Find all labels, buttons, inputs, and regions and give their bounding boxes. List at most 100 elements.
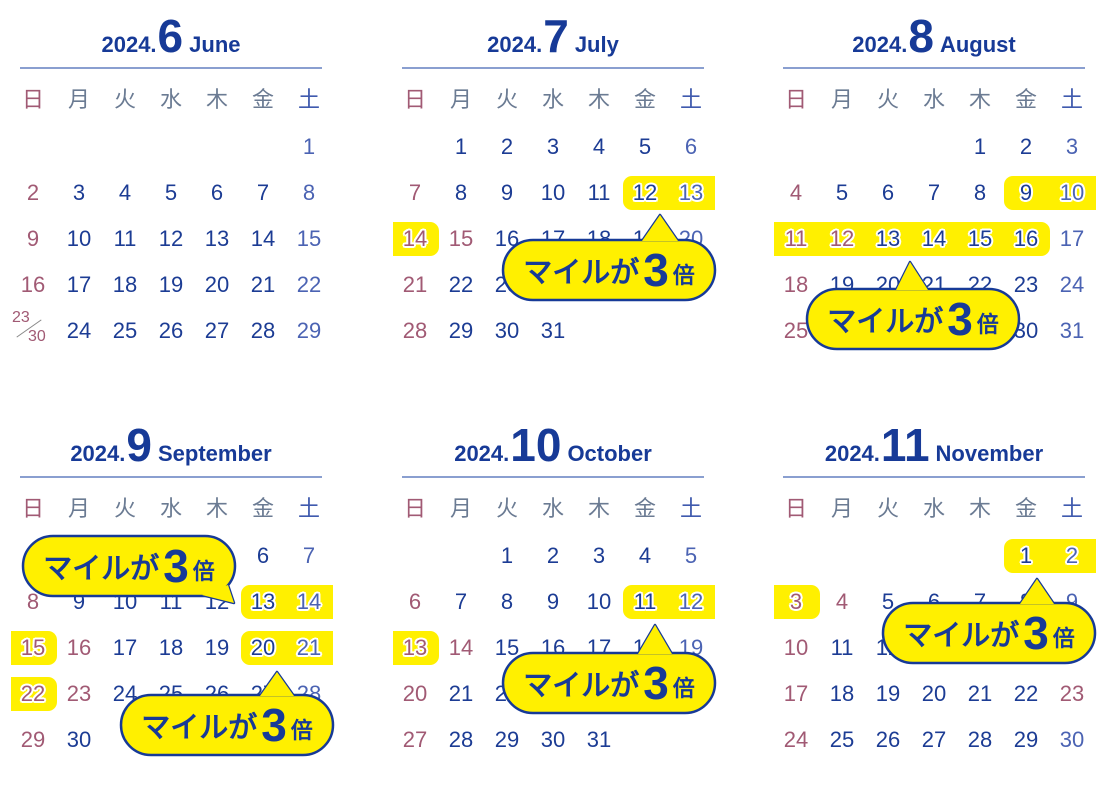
day-number: 21 — [448, 681, 474, 706]
day-number: 15 — [967, 226, 993, 251]
weekday-header: 木 — [205, 496, 228, 521]
month-name: June — [189, 32, 241, 57]
day-number: 13 — [678, 180, 704, 205]
weekday-header: 土 — [297, 87, 320, 112]
callout-number: 3 — [643, 657, 669, 709]
day-number: 28 — [250, 318, 276, 343]
day-number: 10 — [783, 635, 809, 660]
divider — [20, 67, 322, 69]
weekday-header: 月 — [67, 496, 90, 521]
day-number: 22 — [448, 272, 474, 297]
day-number: 10 — [1059, 180, 1085, 205]
day-number: 29 — [448, 318, 474, 343]
day-number: 5 — [164, 180, 178, 205]
month-name: July — [574, 32, 619, 57]
month-name: August — [939, 32, 1016, 57]
day-number: 14 — [448, 635, 474, 660]
day-number: 12 — [158, 226, 184, 251]
day-number: 24 — [66, 318, 92, 343]
day-number: 19 — [158, 272, 184, 297]
month-number: 9 — [126, 419, 152, 471]
day-number: 29 — [494, 727, 520, 752]
day-number: 28 — [402, 318, 428, 343]
weekday-header: 日 — [784, 496, 807, 521]
callout-text: マイルが 3 倍 — [806, 288, 1020, 350]
weekday-header: 土 — [297, 496, 320, 521]
day-number: 13 — [250, 589, 276, 614]
weekday-header: 日 — [403, 496, 426, 521]
day-number: 6 — [684, 134, 698, 159]
day-number: 25 — [829, 727, 855, 752]
day-number: 23 — [1059, 681, 1085, 706]
day-number: 17 — [66, 272, 92, 297]
day-number: 19 — [875, 681, 901, 706]
day-number: 24 — [783, 727, 809, 752]
divider — [783, 67, 1085, 69]
day-number: 11 — [633, 589, 657, 614]
day-number: 28 — [967, 727, 993, 752]
month-name: November — [935, 441, 1044, 466]
weekday-header: 土 — [679, 87, 702, 112]
day-number: 3 — [789, 589, 803, 614]
callout-suffix: 倍 — [1052, 626, 1075, 651]
day-number: 9 — [1019, 180, 1033, 205]
day-number: 4 — [118, 180, 132, 205]
callout-bubble: マイルが 3 倍 — [805, 260, 1021, 351]
day-number: 11 — [587, 180, 611, 205]
weekday-header: 火 — [495, 496, 518, 521]
month-title: 2024.8 August — [783, 13, 1085, 59]
day-number: 28 — [448, 727, 474, 752]
day-number: 2 — [26, 180, 40, 205]
day-number: 20 — [250, 635, 276, 660]
weekday-header: 土 — [1060, 87, 1083, 112]
day-number: 3 — [72, 180, 86, 205]
day-number: 7 — [408, 180, 422, 205]
day-number: 7 — [256, 180, 270, 205]
day-number: 2 — [546, 543, 560, 568]
divider — [783, 476, 1085, 478]
day-number: 14 — [296, 589, 322, 614]
day-number: 16 — [1013, 226, 1039, 251]
divider — [402, 67, 704, 69]
callout-number: 3 — [643, 244, 669, 296]
day-number: 30 — [66, 727, 92, 752]
callout-prefix: マイルが — [141, 712, 258, 744]
callout-number: 3 — [947, 293, 973, 345]
year-label: 2024. — [852, 32, 908, 57]
day-number: 20 — [204, 272, 230, 297]
day-number: 16 — [20, 272, 46, 297]
weekday-header: 金 — [251, 496, 274, 521]
callout-prefix: マイルが — [43, 553, 160, 585]
weekday-header: 火 — [876, 496, 899, 521]
divider — [20, 476, 322, 478]
year-label: 2024. — [487, 32, 543, 57]
day-number: 11 — [784, 226, 808, 251]
callout-bubble: マイルが 3 倍 — [501, 213, 717, 302]
month-title: 2024.6 June — [20, 13, 322, 59]
day-number: 19 — [204, 635, 230, 660]
day-number: 14 — [402, 226, 428, 251]
day-number: 1 — [454, 134, 468, 159]
day-number: 22 — [1013, 681, 1039, 706]
weekday-header: 木 — [587, 87, 610, 112]
weekday-header: 木 — [587, 496, 610, 521]
day-number: 21 — [296, 635, 322, 660]
day-number: 2 — [1019, 134, 1033, 159]
day-number: 14 — [250, 226, 276, 251]
day-number: 10 — [586, 589, 612, 614]
day-number: 30 — [28, 328, 46, 345]
day-number: 7 — [454, 589, 468, 614]
day-number: 5 — [638, 134, 652, 159]
day-number: 22 — [296, 272, 322, 297]
month-number: 10 — [510, 419, 562, 471]
callout-suffix: 倍 — [672, 676, 695, 701]
weekday-header: 金 — [1014, 87, 1037, 112]
year-label: 2024. — [454, 441, 510, 466]
day-number: 11 — [830, 635, 854, 660]
callout-number: 3 — [163, 540, 189, 592]
day-number: 13 — [875, 226, 901, 251]
weekday-header: 火 — [876, 87, 899, 112]
day-number: 30 — [1059, 727, 1085, 752]
weekday-header: 水 — [159, 87, 182, 112]
day-number: 12 — [678, 589, 704, 614]
